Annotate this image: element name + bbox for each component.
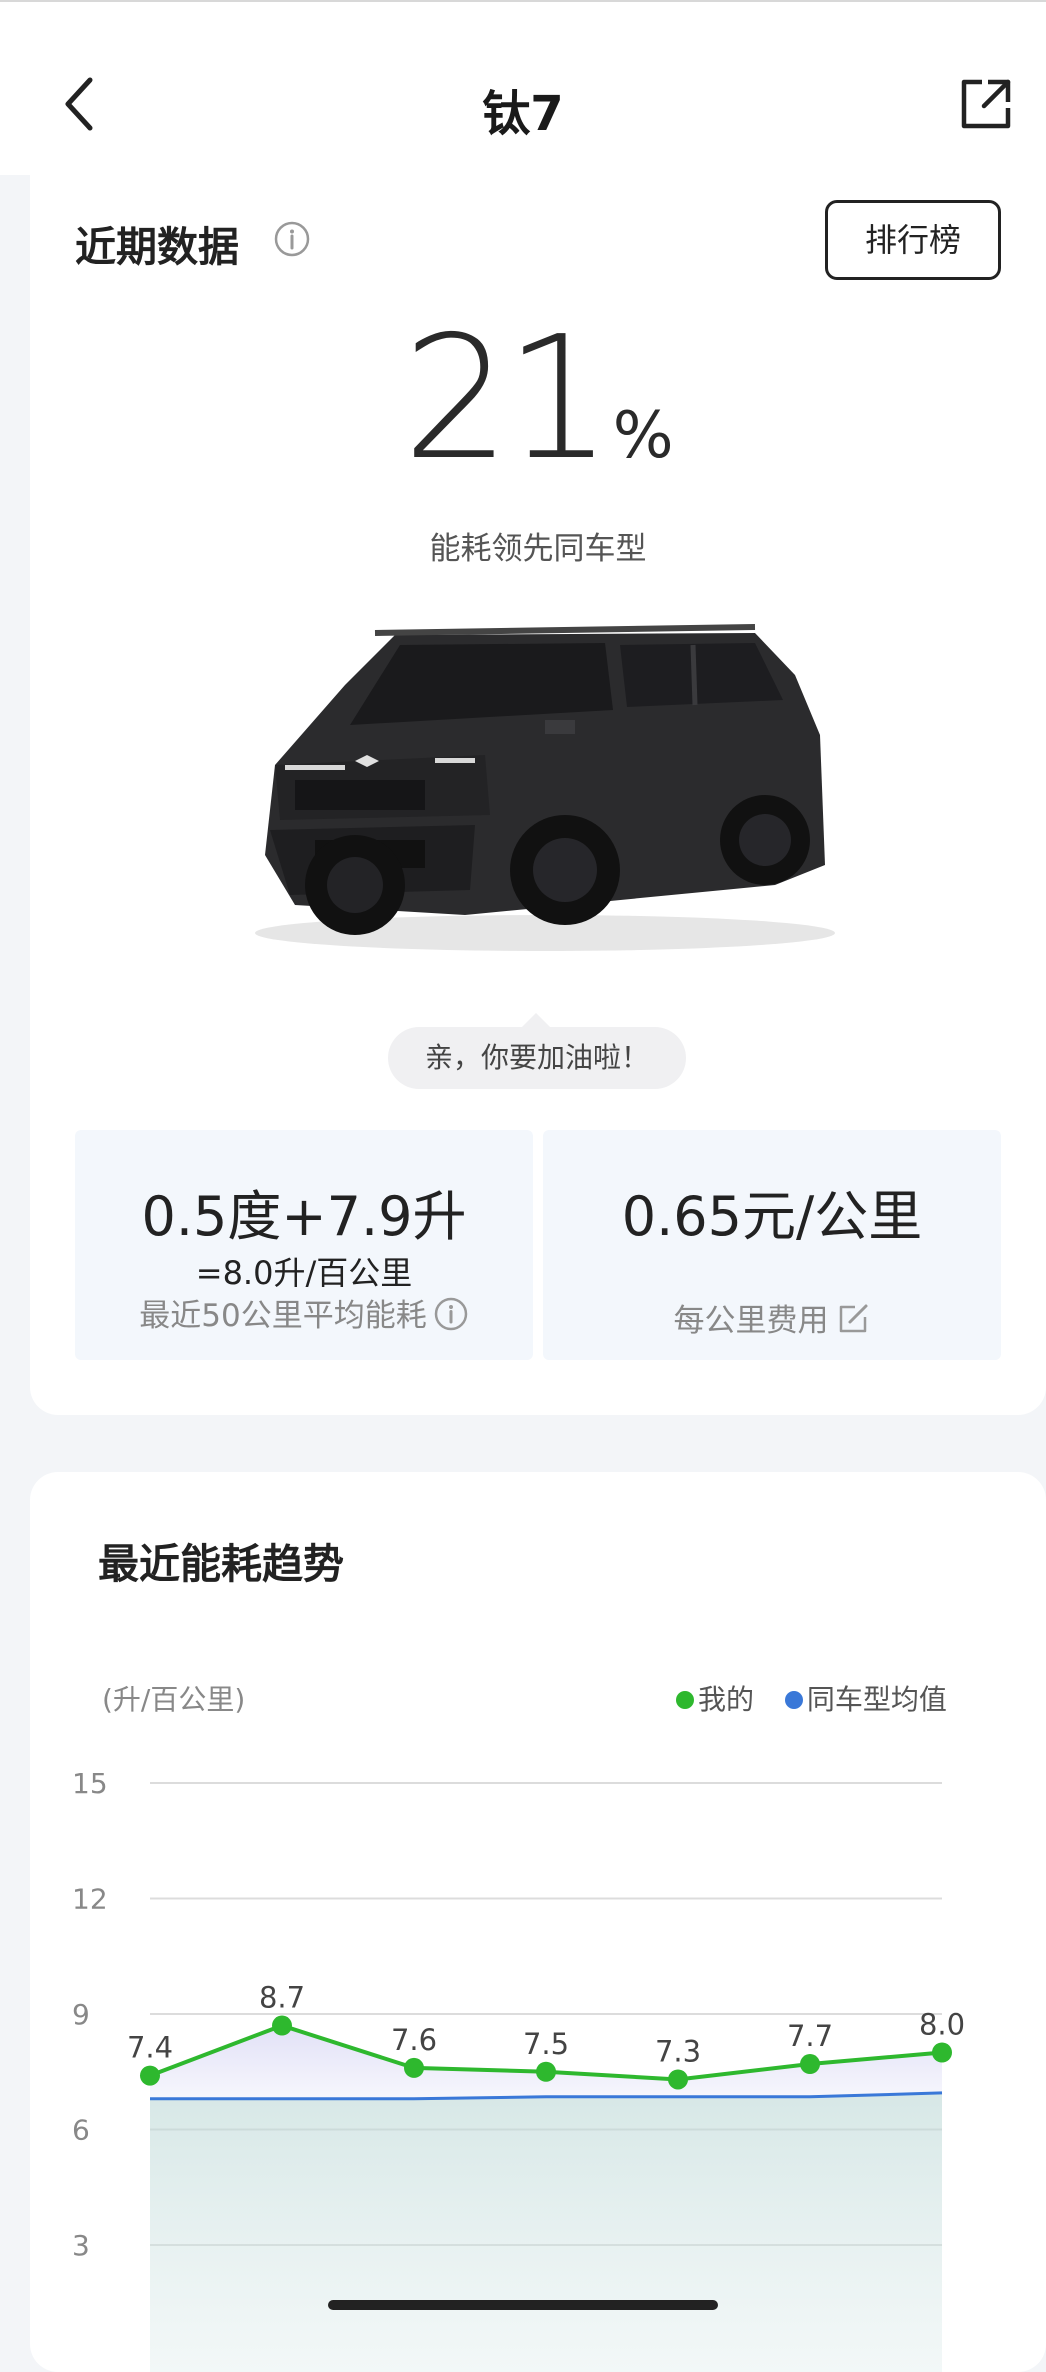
avg-consumption-caption-row: 最近50公里平均能耗 <box>75 1290 533 1335</box>
avg-consumption-caption: 最近50公里平均能耗 <box>139 1298 427 1334</box>
y-tick-label: 9 <box>72 1998 90 2031</box>
cost-per-km-caption-row: 每公里费用 <box>543 1295 1001 1340</box>
data-label-mine: 8.7 <box>259 1981 305 2015</box>
recent-data-card: 近期数据 排行榜 21% 能耗领先同车型 亲，你要加油啦！ 0.5度+7.9升 … <box>30 175 1046 1415</box>
info-icon[interactable] <box>273 220 311 258</box>
data-label-mine: 8.0 <box>919 2008 965 2042</box>
page-title: 钛7 <box>482 86 564 142</box>
data-point-mine <box>932 2042 952 2063</box>
speech-bubble-tail <box>522 1013 550 1027</box>
data-point-mine <box>668 2069 688 2090</box>
consumption-line-chart: 15 12 9 6 3 7.4 8.7 7.6 7.5 7.3 7.7 8.0 <box>72 1767 965 2372</box>
cost-per-km-value: 0.65元/公里 <box>621 1185 923 1248</box>
data-label-mine: 7.3 <box>655 2034 701 2068</box>
y-tick-label: 15 <box>72 1767 108 1800</box>
percent-value: 21 <box>402 300 612 498</box>
avg-consumption-panel: 0.5度+7.9升 =8.0升/百公里 最近50公里平均能耗 <box>75 1130 533 1360</box>
consumption-trend-card: 最近能耗趋势 (升/百公里) 我的 同车型均值 15 12 9 6 3 7.4 8.7 7.6… <box>30 1472 1046 2372</box>
percent-unit: % <box>612 399 674 473</box>
avg-consumption-value: 0.5度+7.9升 <box>141 1185 467 1248</box>
edit-icon[interactable] <box>835 1301 871 1337</box>
cost-per-km-panel[interactable]: 0.65元/公里 每公里费用 <box>543 1130 1001 1360</box>
leaderboard-button[interactable]: 排行榜 <box>825 200 1001 280</box>
data-point-mine <box>272 2015 292 2036</box>
avg-consumption-converted: =8.0升/百公里 <box>195 1254 413 1292</box>
car-image <box>255 624 835 951</box>
data-label-mine: 7.7 <box>787 2019 833 2053</box>
external-share-icon <box>961 79 1011 129</box>
data-label-mine: 7.6 <box>391 2023 437 2057</box>
data-label-mine: 7.5 <box>523 2027 569 2061</box>
data-point-mine <box>140 2065 160 2086</box>
cost-per-km-caption: 每公里费用 <box>673 1303 829 1339</box>
section-title-recent: 近期数据 <box>75 223 239 271</box>
y-tick-label: 12 <box>72 1883 108 1916</box>
speech-bubble: 亲，你要加油啦！ <box>388 1027 686 1089</box>
info-icon[interactable] <box>433 1296 469 1332</box>
data-point-mine <box>536 2061 556 2082</box>
y-tick-label: 3 <box>72 2229 90 2262</box>
area-average <box>150 2092 942 2372</box>
share-button[interactable] <box>958 76 1014 132</box>
top-nav-bar: 钛7 <box>0 0 1046 175</box>
efficiency-percent: 21% <box>30 300 1046 498</box>
data-label-mine: 7.4 <box>127 2031 173 2065</box>
home-indicator <box>328 2300 718 2310</box>
data-point-mine <box>800 2054 820 2075</box>
efficiency-caption: 能耗领先同车型 <box>429 531 647 567</box>
y-tick-label: 6 <box>72 2114 90 2147</box>
data-point-mine <box>404 2057 424 2078</box>
